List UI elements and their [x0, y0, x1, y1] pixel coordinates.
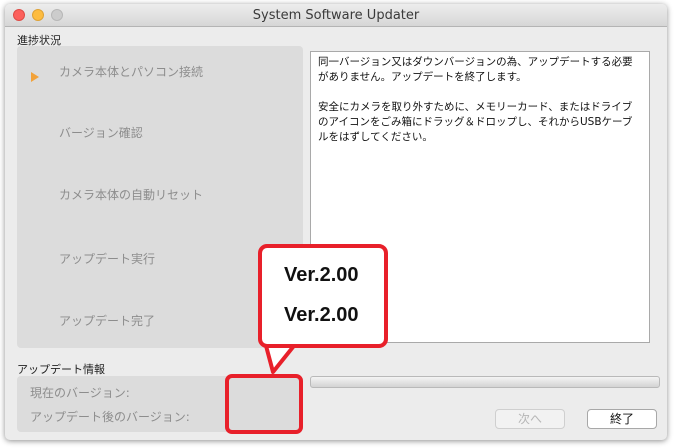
message-paragraph-no-update: 同一バージョン又はダウンバージョンの為、アップデートする必要がありません。アップ… — [318, 56, 633, 83]
quit-button[interactable]: 終了 — [587, 409, 657, 429]
update-info-section-label: アップデート情報 — [17, 363, 105, 376]
after-update-version-label: アップデート後のバージョン: — [30, 410, 190, 424]
title-bar: System Software Updater — [5, 4, 667, 27]
current-step-arrow-icon — [31, 72, 39, 82]
version-callout: Ver.2.00 Ver.2.00 — [258, 244, 388, 348]
step-connect-camera: カメラ本体とパソコン接続 — [59, 65, 204, 79]
update-progress-bar — [310, 376, 660, 388]
updater-window: System Software Updater 進捗状況 カメラ本体とパソコン接… — [5, 4, 667, 440]
message-paragraph-remove-camera: 安全にカメラを取り外すために、メモリーカード、またはドライブのアイコンをごみ箱に… — [318, 101, 633, 143]
step-auto-reset: カメラ本体の自動リセット — [59, 188, 204, 202]
callout-after-version: Ver.2.00 — [284, 304, 359, 326]
callout-current-version: Ver.2.00 — [284, 264, 359, 286]
step-update-complete: アップデート完了 — [59, 314, 156, 328]
next-button[interactable]: 次へ — [495, 409, 565, 429]
version-values-highlight — [225, 374, 303, 434]
current-version-label: 現在のバージョン: — [30, 386, 130, 400]
window-title: System Software Updater — [252, 8, 420, 23]
step-version-check: バージョン確認 — [59, 126, 143, 140]
step-run-update: アップデート実行 — [59, 252, 156, 266]
